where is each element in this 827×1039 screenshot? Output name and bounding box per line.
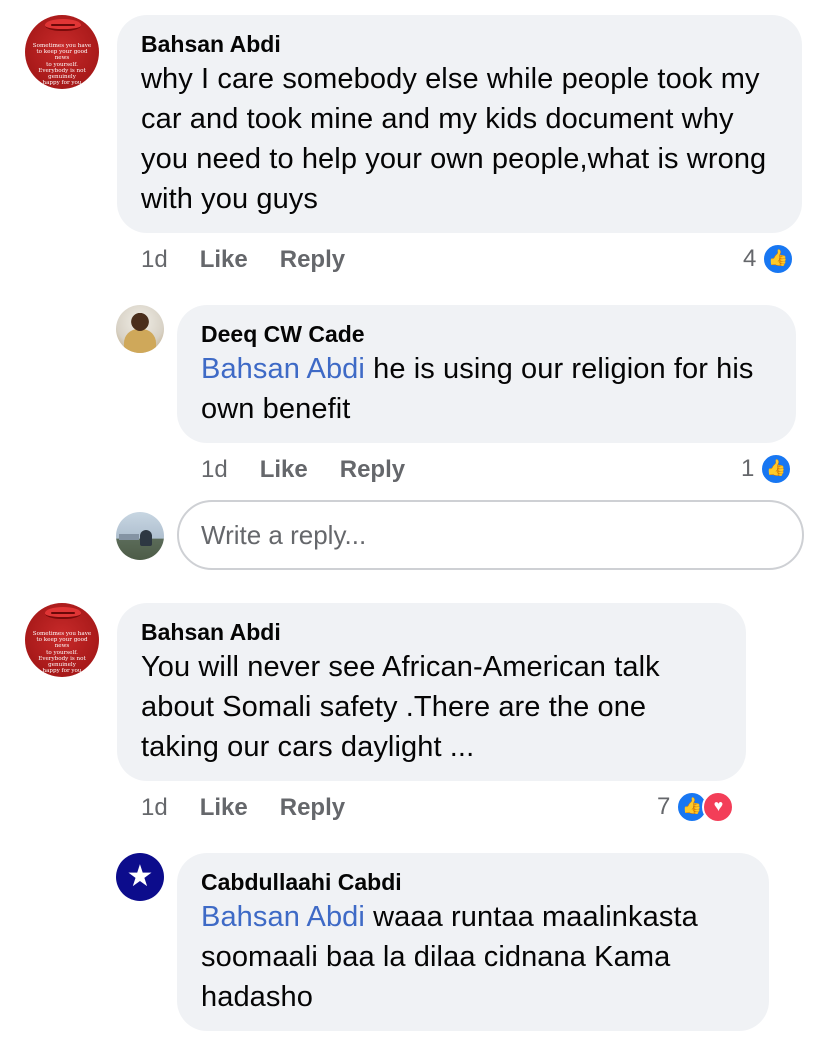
comment-timestamp[interactable]: 1d bbox=[141, 794, 168, 822]
reaction-summary[interactable]: 4 👍 bbox=[743, 242, 795, 276]
lips-graphic bbox=[45, 607, 81, 619]
reaction-count: 7 bbox=[657, 793, 671, 820]
reply-button[interactable]: Reply bbox=[280, 246, 345, 274]
reaction-count: 4 bbox=[743, 245, 757, 272]
reply-bubble: Cabdullaahi Cabdi Bahsan Abdi waaa runta… bbox=[177, 853, 769, 1031]
like-button[interactable]: Like bbox=[200, 794, 248, 822]
head-graphic bbox=[132, 313, 148, 331]
person-graphic bbox=[140, 530, 152, 546]
comment-text: You will never see African-American talk… bbox=[141, 651, 660, 763]
comment-actions: 1d Like Reply bbox=[141, 245, 377, 275]
avatar-caption: Sometimes you have to keep your good new… bbox=[32, 631, 92, 675]
thumbs-up-icon: 👍 bbox=[760, 453, 793, 485]
current-user-avatar bbox=[116, 512, 164, 560]
avatar-caption: Sometimes you have to keep your good new… bbox=[32, 43, 92, 87]
reply-input[interactable] bbox=[177, 500, 804, 570]
comment-actions: 1d Like Reply bbox=[141, 793, 377, 823]
shirt-graphic bbox=[124, 329, 156, 353]
reply-actions: 1d Like Reply bbox=[201, 455, 437, 485]
mention-link[interactable]: Bahsan Abdi bbox=[201, 901, 365, 933]
mention-link[interactable]: Bahsan Abdi bbox=[201, 353, 365, 385]
avatar[interactable] bbox=[116, 305, 164, 353]
comment-bubble: Bahsan Abdi why I care somebody else whi… bbox=[117, 15, 802, 233]
reaction-summary[interactable]: 1 👍 bbox=[741, 452, 793, 486]
comment-text: why I care somebody else while people to… bbox=[141, 63, 767, 215]
reply-author[interactable]: Deeq CW Cade bbox=[201, 319, 772, 349]
comment-author[interactable]: Bahsan Abdi bbox=[141, 29, 778, 59]
reply-text: Bahsan Abdi waaa runtaa maalinkasta soom… bbox=[201, 897, 745, 1017]
lips-graphic bbox=[45, 19, 81, 31]
reply-author[interactable]: Cabdullaahi Cabdi bbox=[201, 867, 745, 897]
reply-bubble: Deeq CW Cade Bahsan Abdi he is using our… bbox=[177, 305, 796, 443]
reply-button[interactable]: Reply bbox=[340, 456, 405, 484]
like-button[interactable]: Like bbox=[260, 456, 308, 484]
avatar[interactable]: ★ bbox=[116, 853, 164, 901]
comment-bubble: Bahsan Abdi You will never see African-A… bbox=[117, 603, 746, 781]
reply-button[interactable]: Reply bbox=[280, 794, 345, 822]
avatar[interactable]: Sometimes you have to keep your good new… bbox=[25, 603, 99, 677]
thumbs-up-icon: 👍 bbox=[762, 243, 795, 275]
star-icon: ★ bbox=[126, 860, 154, 893]
like-button[interactable]: Like bbox=[200, 246, 248, 274]
heart-icon: ♥ bbox=[702, 791, 735, 823]
avatar[interactable]: Sometimes you have to keep your good new… bbox=[25, 15, 99, 89]
comment-timestamp[interactable]: 1d bbox=[141, 246, 168, 274]
comment-author[interactable]: Bahsan Abdi bbox=[141, 617, 722, 647]
reaction-summary[interactable]: 7 👍 ♥ bbox=[657, 790, 735, 824]
reply-timestamp[interactable]: 1d bbox=[201, 456, 228, 484]
city-graphic bbox=[119, 534, 139, 540]
reply-text: Bahsan Abdi he is using our religion for… bbox=[201, 349, 772, 429]
reaction-count: 1 bbox=[741, 455, 755, 482]
